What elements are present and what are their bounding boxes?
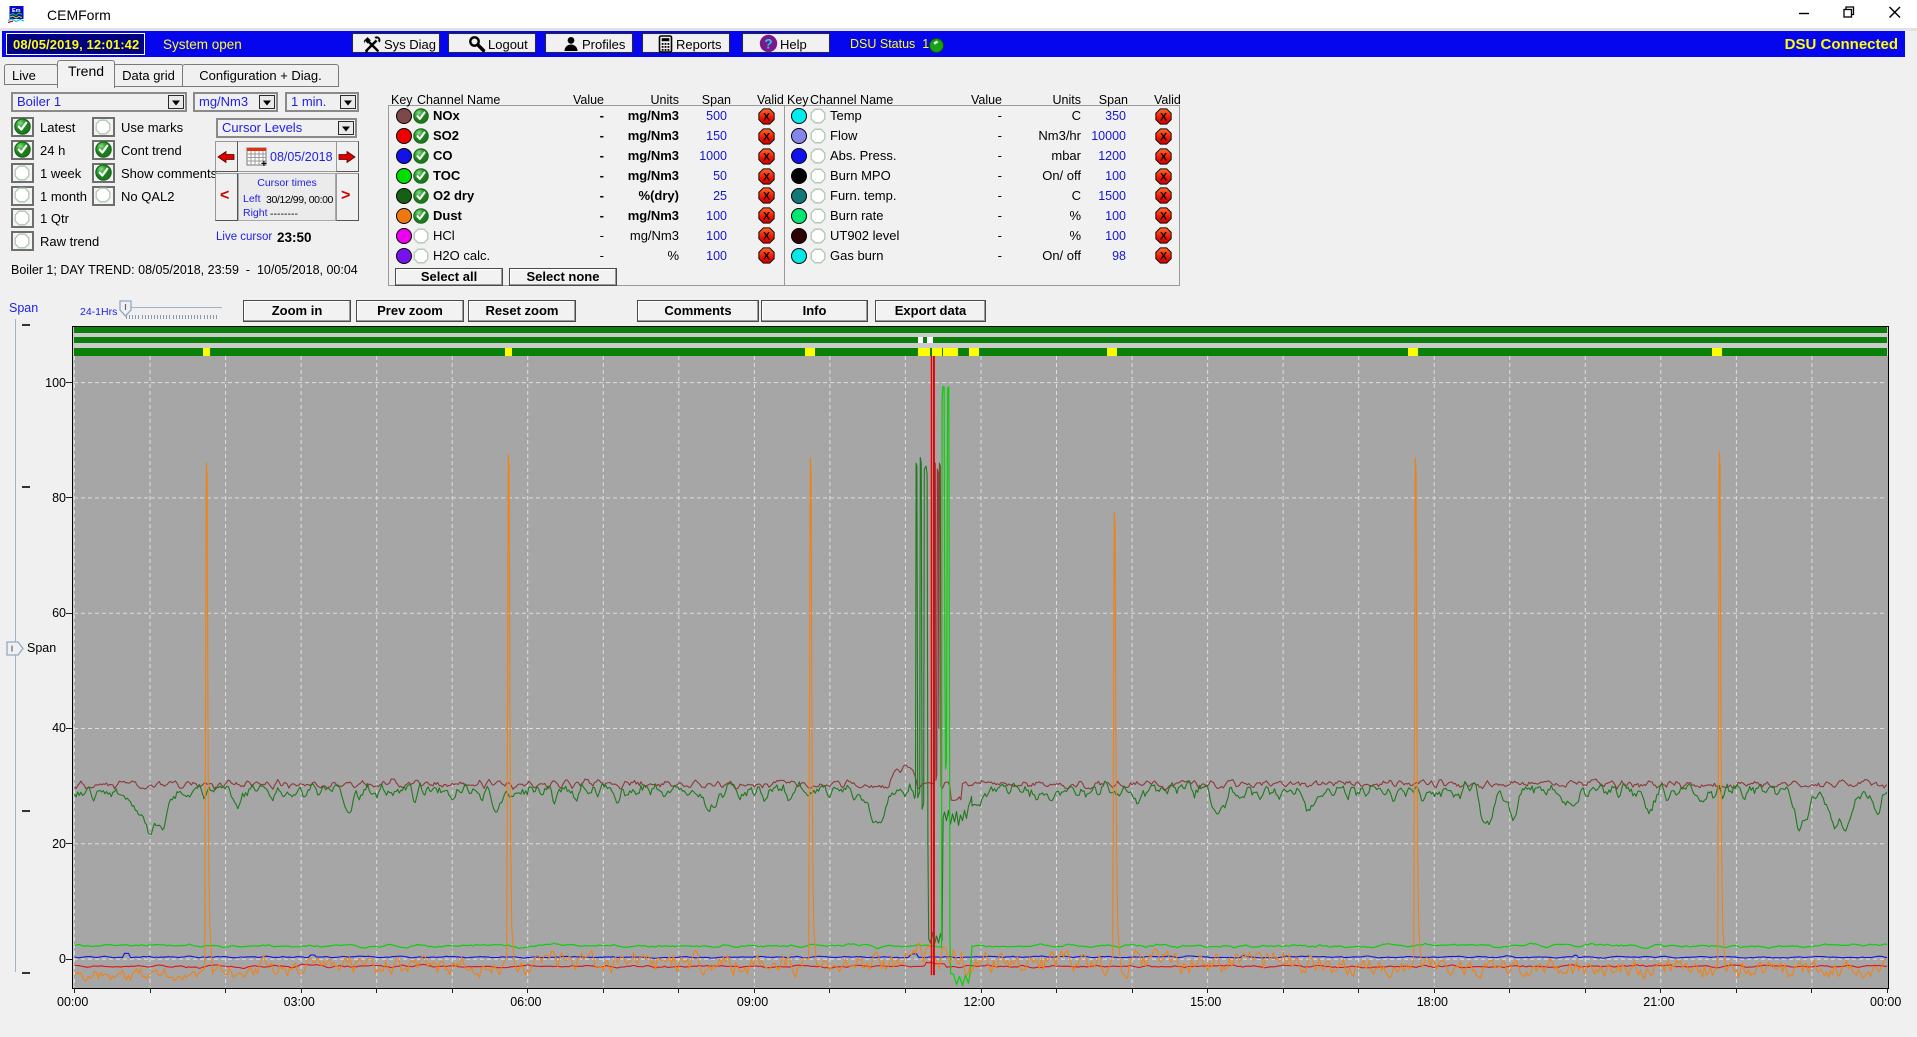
svg-text:X: X — [1160, 191, 1167, 203]
svg-text:X: X — [763, 251, 770, 263]
svg-text:X: X — [763, 171, 770, 183]
svg-text:X: X — [763, 151, 770, 163]
svg-text:+: + — [261, 159, 267, 167]
svg-text:X: X — [1160, 151, 1167, 163]
svg-text:?: ? — [764, 36, 772, 51]
svg-text:X: X — [763, 191, 770, 203]
svg-text:X: X — [763, 211, 770, 223]
svg-text:X: X — [1160, 251, 1167, 263]
svg-text:X: X — [1160, 171, 1167, 183]
svg-text:X: X — [1160, 231, 1167, 243]
svg-text:X: X — [763, 231, 770, 243]
svg-text:X: X — [1160, 131, 1167, 143]
svg-text:X: X — [763, 131, 770, 143]
svg-text:X: X — [1160, 211, 1167, 223]
svg-text:X: X — [763, 111, 770, 123]
svg-text:X: X — [1160, 111, 1167, 123]
